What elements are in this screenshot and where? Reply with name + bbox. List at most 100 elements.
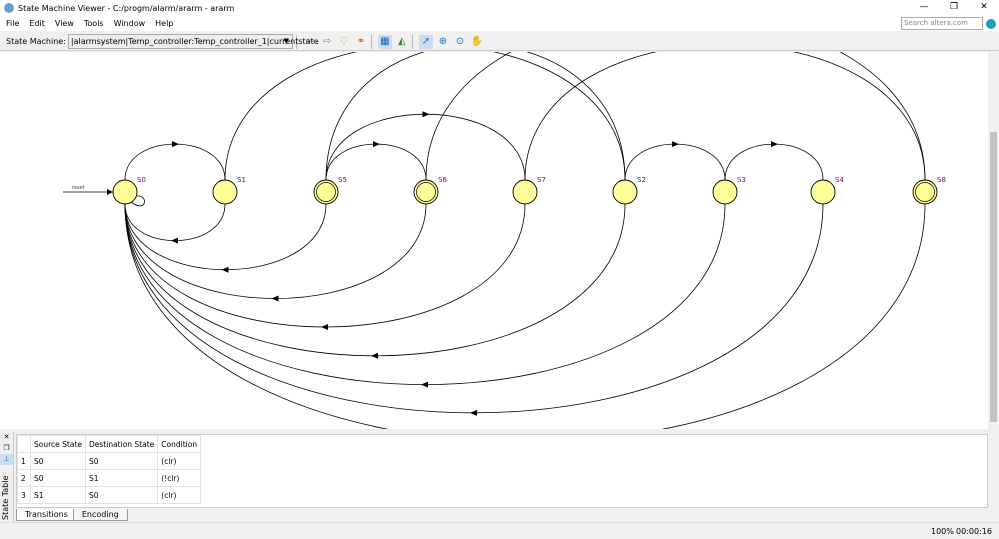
transition-s0-s1-arrow [172, 141, 179, 148]
table-icon[interactable]: ▦ [377, 34, 392, 49]
transition-s6-s0[interactable] [124, 203, 427, 299]
transition-s8-s0[interactable] [124, 203, 926, 429]
table-header: Source State Destination State Condition [17, 435, 202, 453]
pan-hand-icon[interactable]: ✋ [470, 35, 484, 49]
transition-s3-s0[interactable] [124, 203, 726, 385]
transition-s3-s0-arrow [421, 381, 428, 388]
state-table-sidebar: ✕ ❐ ⊥ State Table [0, 432, 14, 522]
menu-help[interactable]: Help [155, 19, 173, 28]
state-diagram: S0 S1 S5 S6 S7 S2 S3 S4 S8 reset [63, 52, 946, 429]
chevron-down-icon: ▼ [283, 37, 289, 45]
title-bar: State Machine Viewer - C:/progm/alarm/ar… [0, 0, 999, 16]
transitions-table: Source State Destination State Condition… [16, 434, 988, 508]
chart-icon[interactable]: ◭ [395, 35, 409, 49]
table-scrollbar[interactable] [988, 434, 999, 508]
state-s6[interactable]: S6 [413, 176, 447, 205]
cell: (!clr) [157, 469, 202, 487]
cell: (clr) [157, 452, 202, 470]
menu-window[interactable]: Window [114, 19, 146, 28]
select-pointer-icon[interactable]: ➚ [418, 34, 433, 49]
transition-s5-s2[interactable] [325, 52, 626, 181]
minimize-button[interactable]: — [909, 0, 939, 14]
state-label: S7 [537, 176, 546, 184]
cell: 2 [17, 469, 31, 487]
table-tabs: Transitions Encoding [16, 509, 128, 521]
cell: S0 [84, 452, 159, 470]
find-source-icon[interactable]: ♡ [337, 35, 351, 49]
help-icon[interactable] [986, 19, 996, 29]
toolbar: State Machine: |alarmsystem|Temp_control… [0, 33, 999, 51]
col-condition[interactable]: Condition [157, 435, 202, 453]
menu-tools[interactable]: Tools [84, 19, 104, 28]
maximize-button[interactable]: ❐ [939, 0, 969, 14]
state-s8[interactable]: S8 [912, 176, 946, 205]
state-s1[interactable]: S1 [212, 176, 246, 205]
state-machine-label: State Machine: [6, 37, 66, 46]
state-s7[interactable]: S7 [512, 176, 546, 205]
tab-transitions[interactable]: Transitions [16, 509, 77, 521]
table-row[interactable]: 3 S1 S0 (clr) [17, 486, 202, 504]
transition-s5-s0[interactable] [124, 203, 327, 271]
state-s2[interactable]: S2 [612, 176, 646, 205]
col-source[interactable]: Source State [30, 435, 86, 453]
status-bar: 100% 00:00:16 [0, 522, 999, 539]
zoom-in-icon[interactable]: ⊕ [436, 35, 450, 49]
transition-s5-s0-arrow [221, 266, 229, 273]
state-s4[interactable]: S4 [810, 176, 844, 205]
menu-view[interactable]: View [55, 19, 74, 28]
cell: S0 [30, 452, 86, 470]
zoom-fit-icon[interactable]: ⊙ [453, 35, 467, 49]
find-icon[interactable]: ⚭ [354, 35, 368, 49]
table-row[interactable]: 1 S0 S0 (clr) [17, 452, 202, 470]
pin-icon[interactable]: ⊥ [0, 454, 13, 465]
state-table-label: State Table [1, 475, 10, 520]
transition-s2-s0-arrow [371, 352, 378, 359]
zoom-level: 100% [931, 527, 954, 536]
col-destination[interactable]: Destination State [84, 435, 159, 453]
transition-s1-s0-arrow [171, 237, 178, 244]
canvas-scrollbar[interactable] [988, 52, 999, 429]
menu-bar: File Edit View Tools Window Help [0, 16, 999, 31]
cell: (clr) [157, 486, 202, 504]
transition-s7-s0-arrow [321, 324, 328, 330]
state-label: S8 [937, 176, 946, 184]
cell: S0 [84, 486, 159, 504]
float-icon[interactable]: ❐ [0, 443, 13, 454]
state-s5[interactable]: S5 [313, 176, 347, 205]
close-button[interactable]: ✕ [969, 0, 999, 14]
state-machine-value: |alarmsystem|Temp_controller:Temp_contro… [70, 37, 319, 46]
cell: S0 [30, 469, 86, 487]
state-machine-select[interactable]: |alarmsystem|Temp_controller:Temp_contro… [67, 34, 319, 49]
cell: 1 [17, 452, 31, 470]
search-input[interactable]: Search altera.com [901, 17, 983, 30]
transition-s2-s0[interactable] [124, 203, 626, 357]
state-label: S5 [338, 176, 347, 184]
table-row[interactable]: 2 S0 S1 (!clr) [17, 469, 202, 487]
tab-encoding[interactable]: Encoding [72, 509, 128, 521]
cell: S1 [30, 486, 86, 504]
state-diagram-canvas[interactable]: S0 S1 S5 S6 S7 S2 S3 S4 S8 reset [0, 52, 988, 429]
cell: 3 [17, 486, 31, 504]
transition-s0-s1[interactable] [124, 143, 226, 181]
close-icon[interactable]: ✕ [0, 432, 13, 443]
transition-s3-s4[interactable] [724, 143, 824, 181]
transition-s4-s0[interactable] [124, 203, 824, 414]
app-icon [4, 3, 14, 13]
transition-s7-s0[interactable] [124, 203, 526, 328]
transition-s4-s0-arrow [470, 409, 477, 416]
forward-icon[interactable]: ⇨ [320, 35, 334, 49]
transition-s7-s8[interactable] [524, 52, 926, 181]
menu-file[interactable]: File [6, 19, 19, 28]
state-label: S1 [237, 176, 246, 184]
transition-s2-s3[interactable] [624, 143, 726, 181]
window-title: State Machine Viewer - C:/progm/alarm/ar… [18, 3, 235, 13]
reset-label: reset [72, 185, 85, 191]
col-index [17, 435, 31, 453]
state-s0[interactable]: S0 [112, 176, 146, 205]
menu-edit[interactable]: Edit [29, 19, 45, 28]
transition-s5-s6-arrow [373, 141, 380, 148]
elapsed-time: 00:00:16 [956, 527, 992, 536]
state-s3[interactable]: S3 [712, 176, 746, 205]
transition-s5-s6[interactable] [325, 143, 427, 181]
transition-s1-s0[interactable] [124, 203, 226, 241]
